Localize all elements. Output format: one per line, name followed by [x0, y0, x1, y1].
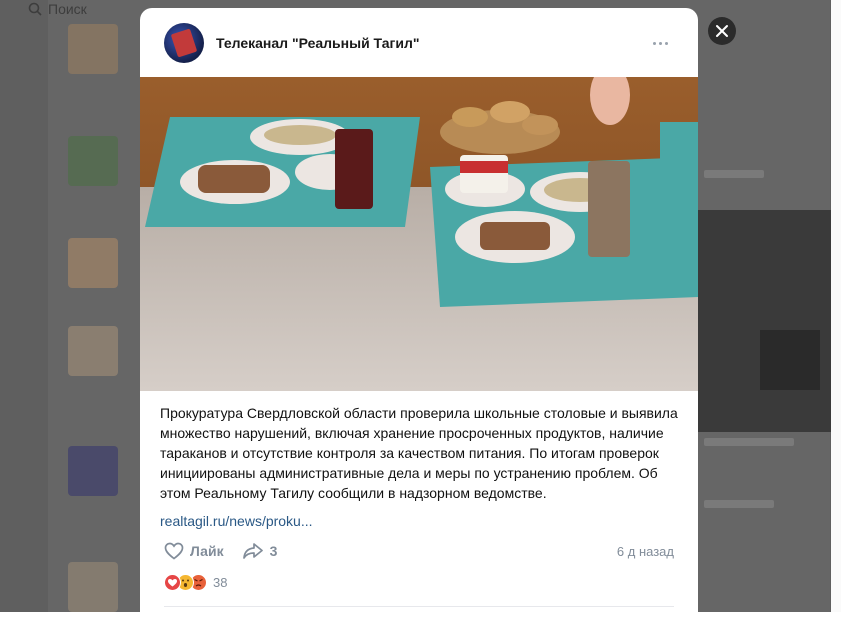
close-button[interactable]: [708, 17, 736, 45]
heart-icon: [164, 574, 181, 591]
more-options-button[interactable]: [646, 34, 674, 52]
like-label: Лайк: [190, 543, 224, 559]
background-image: [698, 210, 831, 432]
post-timestamp[interactable]: 6 д назад: [617, 544, 674, 559]
background-bottom-strip: [0, 612, 841, 635]
background-text: [704, 438, 794, 446]
post-header: Телеканал "Реальный Тагил": [140, 8, 698, 77]
post-photo[interactable]: [140, 77, 698, 391]
background-search[interactable]: Поиск: [28, 0, 87, 18]
background-image: [760, 330, 820, 390]
background-text: [704, 500, 774, 508]
search-placeholder: Поиск: [48, 1, 87, 17]
background-thumbnail: [68, 326, 118, 376]
scrollbar[interactable]: [831, 0, 841, 612]
divider: [164, 606, 674, 607]
like-button[interactable]: Лайк: [164, 542, 224, 560]
heart-outline-icon: [164, 542, 184, 560]
dot-icon: [658, 41, 662, 45]
dot-icon: [664, 41, 668, 45]
background-thumbnail: [68, 446, 118, 496]
reactions-count: 38: [213, 575, 228, 590]
search-icon: [28, 2, 42, 16]
channel-name[interactable]: Телеканал "Реальный Тагил": [216, 35, 420, 51]
post-actions: Лайк 3: [164, 541, 295, 561]
background-thumbnail: [68, 136, 118, 186]
background-thumbnail: [68, 238, 118, 288]
post-link[interactable]: realtagil.ru/news/proku...: [160, 513, 313, 529]
background-thumbnail: [68, 24, 118, 74]
post-modal: Телеканал "Реальный Тагил" Прокуратура С…: [140, 8, 698, 612]
share-count: 3: [269, 543, 278, 559]
reactions-summary[interactable]: 38: [164, 574, 227, 591]
share-button[interactable]: 3: [242, 542, 278, 560]
channel-logo-icon: [170, 28, 198, 58]
share-icon: [242, 543, 263, 559]
close-icon: [716, 25, 728, 37]
post-text: Прокуратура Свердловской области провери…: [160, 405, 678, 501]
background-thumbnail: [68, 562, 118, 612]
channel-avatar[interactable]: [164, 23, 204, 63]
dot-icon: [652, 41, 656, 45]
background-text: [704, 170, 764, 178]
